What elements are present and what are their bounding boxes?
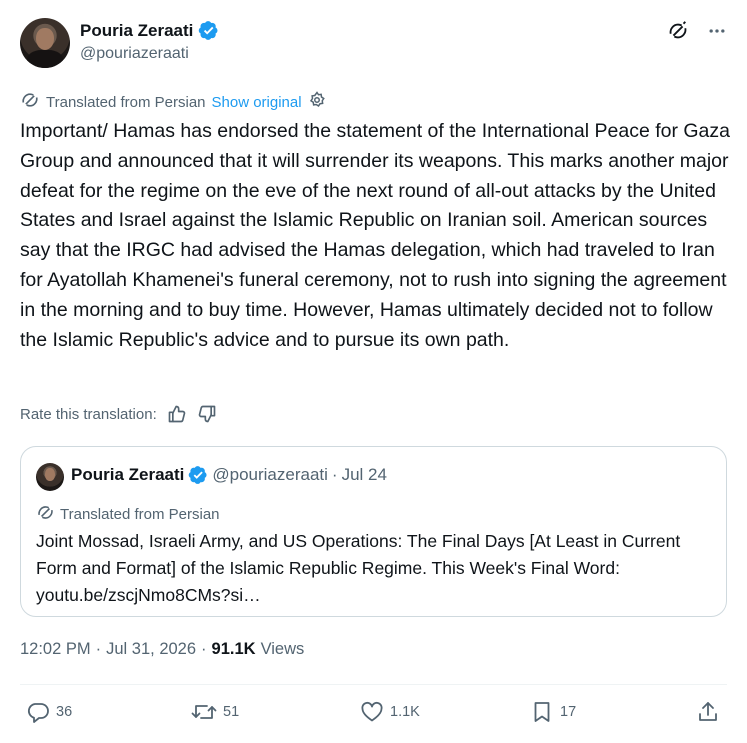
- meta-separator: ·: [201, 640, 207, 658]
- quoted-author-avatar[interactable]: [36, 463, 64, 491]
- bookmark-button[interactable]: 17: [530, 700, 576, 724]
- more-icon[interactable]: [707, 21, 727, 41]
- translation-row: Translated from Persian Show original: [20, 90, 326, 114]
- author-avatar[interactable]: [20, 18, 70, 68]
- quoted-date[interactable]: Jul 24: [342, 465, 387, 485]
- views-count[interactable]: 91.1K: [212, 640, 256, 659]
- quoted-separator: ·: [331, 465, 338, 484]
- thumbs-down-icon[interactable]: [197, 404, 217, 424]
- like-count: 1.1K: [390, 704, 420, 720]
- rate-translation-row: Rate this translation:: [20, 404, 217, 424]
- repost-icon: [191, 700, 217, 724]
- translate-icon: [36, 503, 55, 526]
- grok-icon[interactable]: [667, 20, 689, 42]
- meta-separator: ·: [95, 640, 102, 658]
- settings-icon[interactable]: [308, 91, 326, 113]
- like-icon: [360, 700, 384, 724]
- thumbs-up-icon[interactable]: [167, 404, 187, 424]
- reply-icon: [26, 700, 50, 724]
- author-name-text[interactable]: Pouria Zeraati: [80, 21, 193, 41]
- divider: [20, 684, 727, 685]
- quoted-tweet-header: Pouria Zeraati @pouriazeraati · Jul 24: [71, 465, 387, 485]
- verified-badge-icon: [188, 465, 208, 485]
- rate-label: Rate this translation:: [20, 405, 157, 423]
- author-name[interactable]: Pouria Zeraati: [80, 20, 219, 41]
- views-label: Views: [260, 640, 305, 658]
- tweet-date[interactable]: Jul 31, 2026: [106, 640, 196, 659]
- translated-label: Translated from Persian: [46, 93, 206, 111]
- bookmark-count: 17: [560, 704, 577, 720]
- translate-icon: [20, 90, 40, 114]
- reply-button[interactable]: 36: [26, 700, 72, 724]
- show-original-link[interactable]: Show original: [212, 94, 302, 111]
- author-handle[interactable]: @pouriazeraati: [80, 45, 189, 63]
- share-icon: [696, 700, 720, 724]
- bookmark-icon: [530, 700, 554, 724]
- tweet-text: Important/ Hamas has endorsed the statem…: [20, 120, 730, 351]
- tweet-meta: 12:02 PM · Jul 31, 2026 · 91.1K Views: [20, 640, 304, 659]
- quoted-translation-row: Translated from Persian: [36, 503, 220, 526]
- quoted-translated-label: Translated from Persian: [60, 506, 220, 523]
- tweet-time[interactable]: 12:02 PM: [20, 640, 91, 659]
- share-button[interactable]: [696, 700, 720, 724]
- repost-count: 51: [223, 704, 240, 720]
- action-bar: 36 51 1.1K 17: [20, 700, 727, 730]
- repost-button[interactable]: 51: [191, 700, 239, 724]
- quoted-author-name[interactable]: Pouria Zeraati: [71, 465, 184, 485]
- verified-badge-icon[interactable]: [198, 20, 219, 41]
- reply-count: 36: [56, 704, 73, 720]
- like-button[interactable]: 1.1K: [360, 700, 420, 724]
- quoted-author-handle[interactable]: @pouriazeraati: [212, 465, 328, 485]
- quoted-tweet-text: Joint Mossad, Israeli Army, and US Opera…: [36, 531, 681, 605]
- quoted-tweet-card[interactable]: Pouria Zeraati @pouriazeraati · Jul 24 T…: [20, 446, 727, 617]
